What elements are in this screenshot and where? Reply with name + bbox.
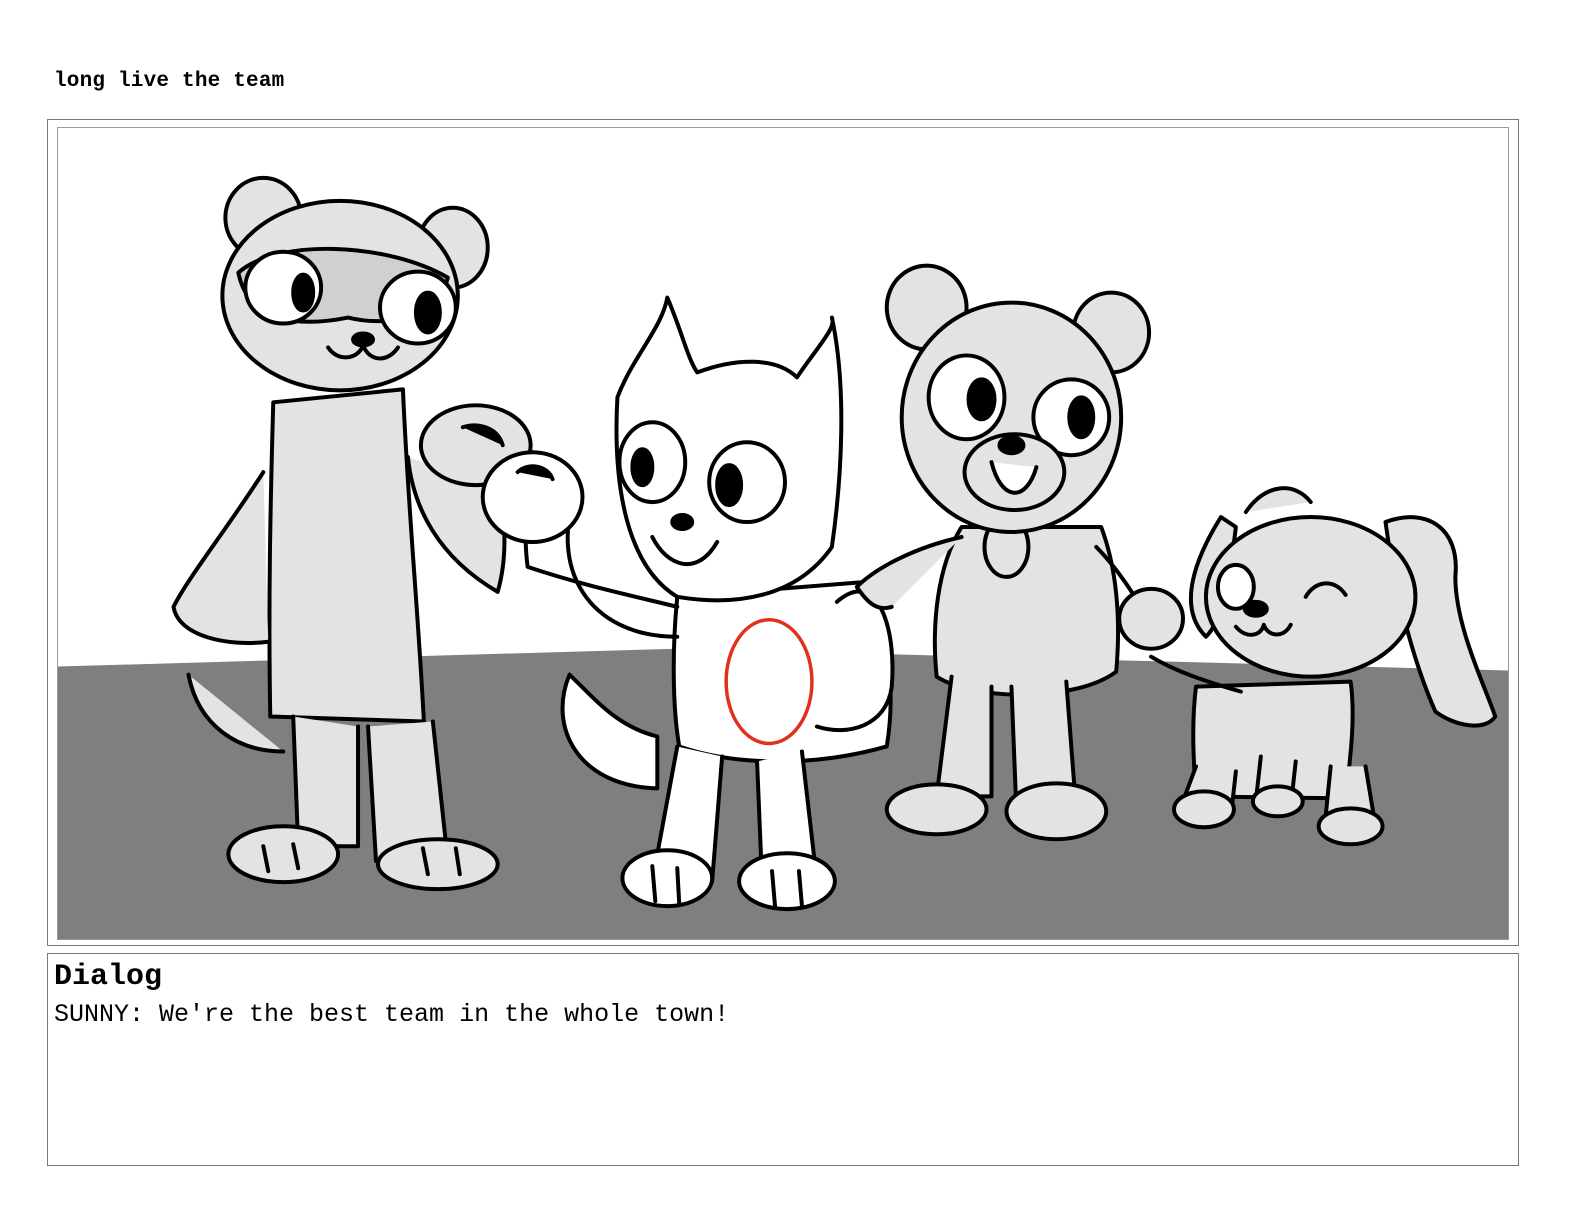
- panel-artwork: [57, 127, 1509, 940]
- dialog-box: Dialog SUNNY: We're the best team in the…: [47, 953, 1519, 1166]
- dialog-heading: Dialog: [54, 960, 163, 994]
- dialog-text: SUNNY: We're the best team in the whole …: [54, 1000, 730, 1029]
- panel-sketch: [58, 175, 1508, 939]
- scene-title: long live the team: [54, 70, 285, 93]
- storyboard-panel: [47, 119, 1519, 946]
